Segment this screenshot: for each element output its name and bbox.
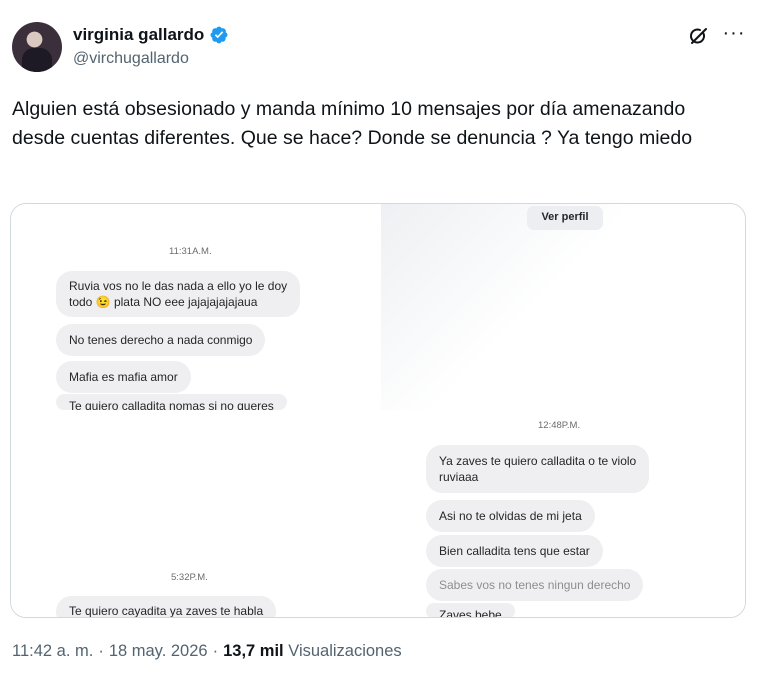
message-text: ruviaaa — [439, 470, 479, 484]
view-profile-button[interactable]: Ver perfil — [527, 206, 603, 230]
message-timestamp: 5:32P.M. — [171, 572, 208, 583]
tweet-text: Alguien está obsesionado y manda mínimo … — [12, 98, 693, 149]
meta-separator: · — [98, 642, 104, 660]
tweet-header: virginia gallardo @virchugallardo ··· — [12, 20, 748, 76]
screenshot-panel-profile[interactable]: Ver perfil — [381, 204, 745, 410]
author-display-name-text[interactable]: virginia gallardo — [73, 24, 204, 46]
message-bubble: Sabes vos no tenes ningun derecho — [426, 569, 644, 601]
views-label[interactable]: Visualizaciones — [288, 642, 401, 660]
tweet-meta: 11:42 a. m. · 18 may. 2026 · 13,7 mil Visual… — [12, 642, 402, 661]
tweet-time[interactable]: 11:42 a. m. — [12, 642, 93, 660]
avatar[interactable] — [12, 22, 62, 72]
screenshot-panel-morning[interactable]: 11:31A.M. Ruvia vos no le das nada a ell… — [11, 204, 381, 410]
message-bubble: Te quiero cayadita ya zaves te habla — [56, 596, 277, 617]
message-bubble: Asi no te olvidas de mi jeta — [426, 500, 595, 532]
message-bubble: Mafia es mafia amor — [56, 361, 191, 393]
message-bubble: Zaves bebe — [426, 603, 515, 617]
more-options-icon[interactable]: ··· — [722, 23, 746, 46]
grok-icon[interactable] — [686, 24, 710, 48]
message-timestamp: 11:31A.M. — [169, 246, 212, 257]
tweet-date[interactable]: 18 may. 2026 — [109, 642, 208, 660]
screenshot-panel-afternoon[interactable]: 12:48P.M. Ya zaves te quiero calladita o… — [11, 410, 745, 617]
message-text: todo 😉 plata NO eee jajajajajajaua — [69, 295, 258, 309]
message-text: Ya zaves te quiero calladita o te violo — [439, 454, 637, 468]
author-handle[interactable]: @virchugallardo — [73, 48, 229, 70]
message-bubble: Te quiero calladita nomas si no queres — [56, 394, 287, 410]
views-count[interactable]: 13,7 mil — [223, 642, 284, 660]
meta-separator: · — [212, 642, 219, 660]
author-names: virginia gallardo @virchugallardo — [73, 24, 229, 70]
tweet-media-grid[interactable]: 11:31A.M. Ruvia vos no le das nada a ell… — [10, 203, 746, 618]
message-bubble: Ruvia vos no le das nada a ello yo le do… — [56, 271, 301, 317]
verified-badge-icon[interactable] — [209, 25, 229, 45]
message-bubble: No tenes derecho a nada conmigo — [56, 324, 266, 356]
author-display-name[interactable]: virginia gallardo — [73, 24, 229, 46]
message-text: Ruvia vos no le das nada a ello yo le do… — [69, 279, 288, 293]
message-bubble: Bien calladita tens que estar — [426, 535, 603, 567]
message-bubble: Ya zaves te quiero calladita o te violo … — [426, 445, 650, 493]
message-timestamp: 12:48P.M. — [538, 420, 581, 431]
